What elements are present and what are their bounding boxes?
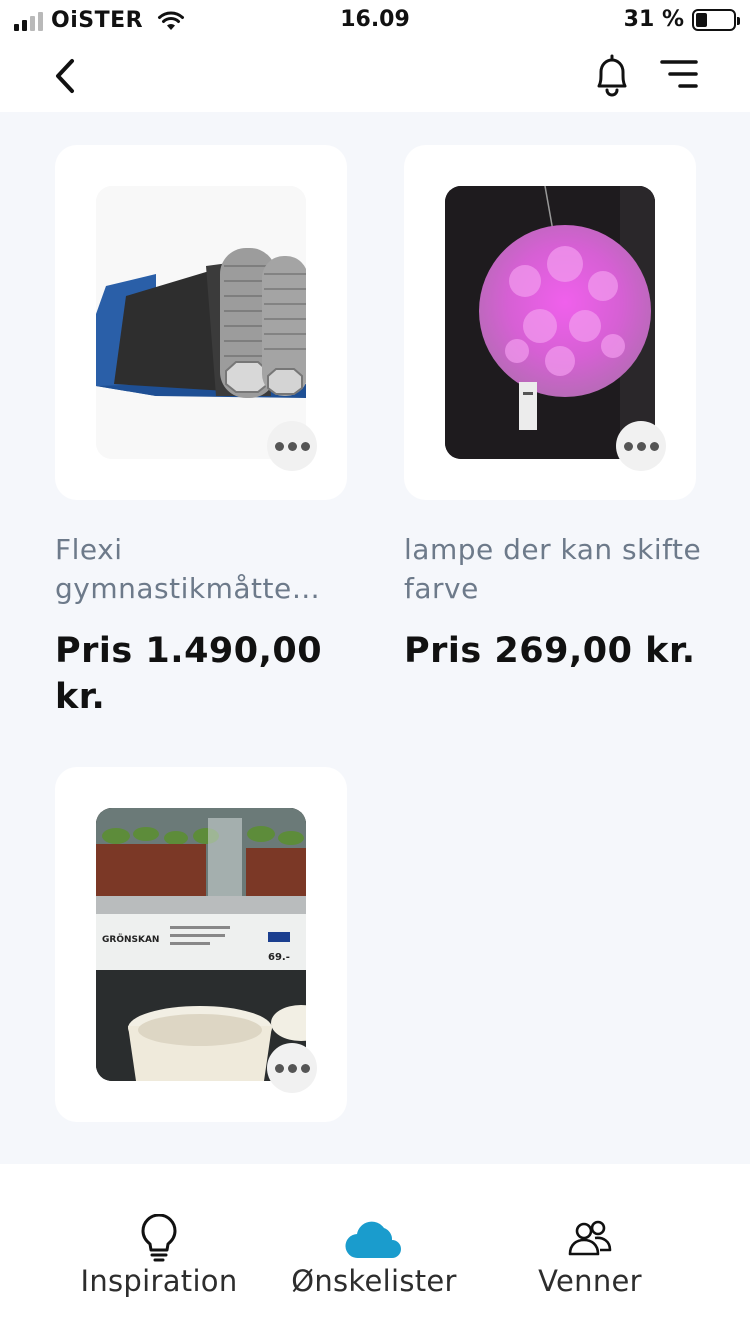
cloud-icon: [345, 1221, 401, 1259]
friends-icon: [568, 1220, 612, 1256]
item-title[interactable]: Flexi gymnastikmåtte…: [55, 530, 355, 608]
more-options-button[interactable]: [267, 1043, 317, 1093]
gymnastics-mat-photo: [96, 186, 306, 459]
battery-percent: 31 %: [623, 7, 684, 32]
wishlist-item-card[interactable]: GRÖNSKAN 69.-: [55, 767, 347, 1122]
plant-pots-photo: GRÖNSKAN 69.-: [96, 808, 306, 1081]
pink-lamp-photo: [445, 186, 655, 459]
item-title[interactable]: lampe der kan skifte farve: [404, 530, 704, 608]
tab-inspiration[interactable]: Inspiration: [49, 1214, 269, 1298]
lightbulb-icon: [141, 1214, 177, 1262]
chevron-left-icon[interactable]: [48, 56, 84, 96]
bottom-tab-bar: Inspiration Ønskelister Venner: [0, 1164, 750, 1334]
shelf-price-text: 69.-: [268, 952, 290, 963]
wishlist-item-card[interactable]: [55, 145, 347, 500]
top-navigation-bar: [0, 40, 750, 112]
item-price: Pris 269,00 kr.: [404, 631, 696, 671]
tab-label: Ønskelister: [291, 1264, 457, 1298]
tab-friends[interactable]: Venner: [480, 1214, 700, 1298]
filter-lines-icon[interactable]: [658, 56, 700, 92]
item-price: Pris 1.490,00 kr.: [55, 631, 323, 717]
bell-icon[interactable]: [590, 52, 634, 98]
more-options-button[interactable]: [616, 421, 666, 471]
tab-wishlists[interactable]: Ønskelister: [264, 1214, 484, 1298]
tab-label: Inspiration: [80, 1264, 238, 1298]
shelf-label-text: GRÖNSKAN: [102, 934, 159, 945]
more-options-button[interactable]: [267, 421, 317, 471]
tab-label: Venner: [538, 1264, 642, 1298]
wishlist-item-card[interactable]: [404, 145, 696, 500]
status-bar: OiSTER 16.09 31 %: [0, 0, 750, 40]
battery-icon: [692, 8, 740, 31]
